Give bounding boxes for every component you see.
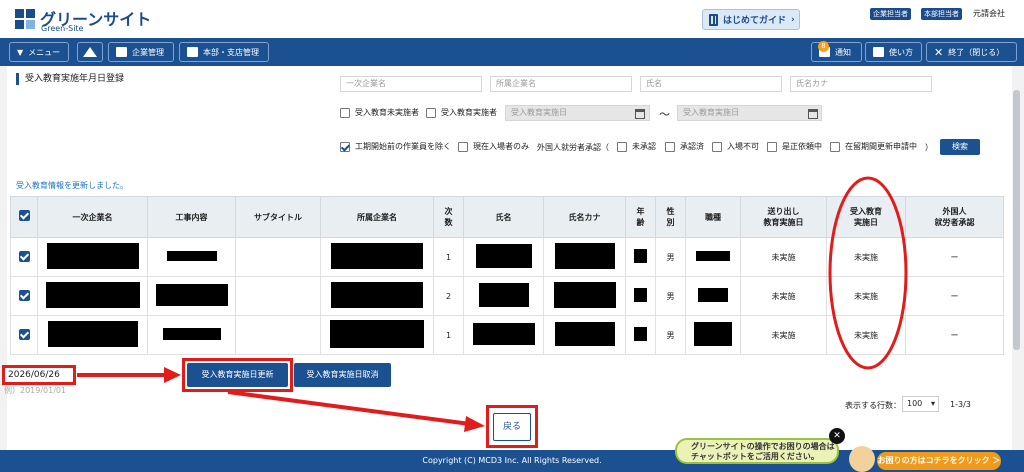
annotation-ellipse (828, 176, 908, 370)
chatbot-bubble: グリーンサイトの操作でお困りの場合は チャットボットをご活用ください。 (675, 438, 839, 464)
chatbot-avatar-icon[interactable] (849, 446, 875, 472)
chatbot-line1: グリーンサイトの操作でお困りの場合は (691, 442, 835, 451)
annotation-arrow-to-update (77, 367, 181, 383)
annotation-overlay (77, 176, 908, 432)
annotation-arrow-to-back (227, 390, 485, 432)
chatbot-line2: チャットボットをご活用ください。 (691, 452, 819, 461)
chatbot-help-button[interactable]: お困りの方はコチラをクリック ＞ (877, 452, 1001, 470)
chatbot-close-icon[interactable]: ✕ (829, 428, 845, 444)
